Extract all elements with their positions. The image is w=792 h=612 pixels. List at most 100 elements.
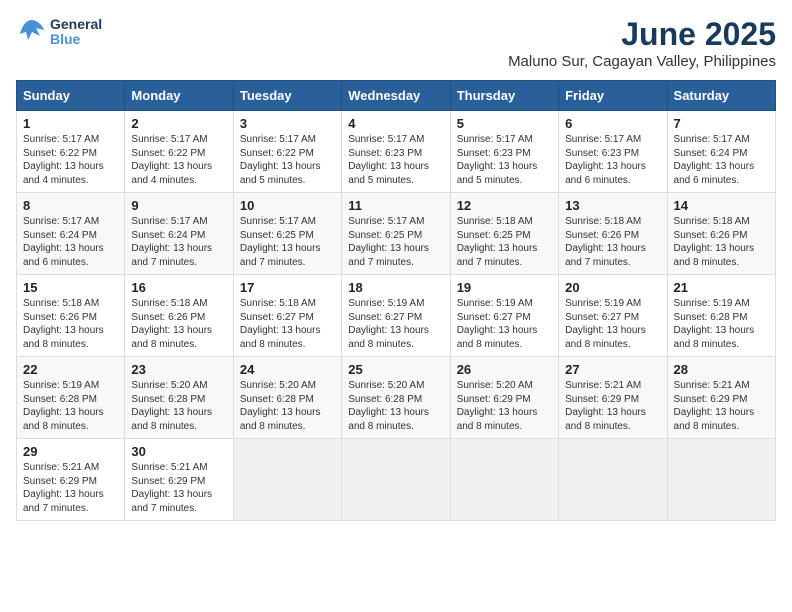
cell-content: Sunrise: 5:17 AMSunset: 6:22 PMDaylight:… [240,133,335,187]
day-number: 6 [565,116,660,131]
calendar-week-5: 29 Sunrise: 5:21 AMSunset: 6:29 PMDaylig… [17,439,776,521]
table-row: 26 Sunrise: 5:20 AMSunset: 6:29 PMDaylig… [450,357,558,439]
cell-content: Sunrise: 5:18 AMSunset: 6:26 PMDaylight:… [674,215,769,269]
day-number: 20 [565,280,660,295]
day-number: 22 [23,362,118,377]
cell-content: Sunrise: 5:20 AMSunset: 6:29 PMDaylight:… [457,379,552,433]
day-number: 1 [23,116,118,131]
table-row [450,439,558,521]
day-number: 10 [240,198,335,213]
col-sunday: Sunday [17,81,125,111]
day-number: 13 [565,198,660,213]
cell-content: Sunrise: 5:17 AMSunset: 6:23 PMDaylight:… [457,133,552,187]
cell-content: Sunrise: 5:21 AMSunset: 6:29 PMDaylight:… [23,461,118,515]
table-row: 28 Sunrise: 5:21 AMSunset: 6:29 PMDaylig… [667,357,775,439]
table-row: 4 Sunrise: 5:17 AMSunset: 6:23 PMDayligh… [342,111,450,193]
cell-content: Sunrise: 5:18 AMSunset: 6:26 PMDaylight:… [565,215,660,269]
table-row [667,439,775,521]
day-number: 26 [457,362,552,377]
table-row [342,439,450,521]
table-row: 7 Sunrise: 5:17 AMSunset: 6:24 PMDayligh… [667,111,775,193]
table-row: 19 Sunrise: 5:19 AMSunset: 6:27 PMDaylig… [450,275,558,357]
col-friday: Friday [559,81,667,111]
location-title: Maluno Sur, Cagayan Valley, Philippines [508,53,776,70]
table-row: 25 Sunrise: 5:20 AMSunset: 6:28 PMDaylig… [342,357,450,439]
col-wednesday: Wednesday [342,81,450,111]
calendar-week-1: 1 Sunrise: 5:17 AMSunset: 6:22 PMDayligh… [17,111,776,193]
table-row: 14 Sunrise: 5:18 AMSunset: 6:26 PMDaylig… [667,193,775,275]
table-row: 9 Sunrise: 5:17 AMSunset: 6:24 PMDayligh… [125,193,233,275]
cell-content: Sunrise: 5:19 AMSunset: 6:27 PMDaylight:… [565,297,660,351]
table-row: 29 Sunrise: 5:21 AMSunset: 6:29 PMDaylig… [17,439,125,521]
table-row: 20 Sunrise: 5:19 AMSunset: 6:27 PMDaylig… [559,275,667,357]
table-row: 11 Sunrise: 5:17 AMSunset: 6:25 PMDaylig… [342,193,450,275]
logo-text-block: General Blue [16,16,102,48]
cell-content: Sunrise: 5:21 AMSunset: 6:29 PMDaylight:… [565,379,660,433]
table-row: 30 Sunrise: 5:21 AMSunset: 6:29 PMDaylig… [125,439,233,521]
day-number: 27 [565,362,660,377]
logo: General Blue [16,16,102,48]
calendar: Sunday Monday Tuesday Wednesday Thursday… [16,80,776,521]
calendar-header: Sunday Monday Tuesday Wednesday Thursday… [17,81,776,111]
calendar-week-2: 8 Sunrise: 5:17 AMSunset: 6:24 PMDayligh… [17,193,776,275]
col-monday: Monday [125,81,233,111]
table-row: 10 Sunrise: 5:17 AMSunset: 6:25 PMDaylig… [233,193,341,275]
day-number: 17 [240,280,335,295]
cell-content: Sunrise: 5:21 AMSunset: 6:29 PMDaylight:… [674,379,769,433]
title-area: June 2025 Maluno Sur, Cagayan Valley, Ph… [508,16,776,70]
calendar-body: 1 Sunrise: 5:17 AMSunset: 6:22 PMDayligh… [17,111,776,521]
col-tuesday: Tuesday [233,81,341,111]
table-row [233,439,341,521]
table-row: 16 Sunrise: 5:18 AMSunset: 6:26 PMDaylig… [125,275,233,357]
day-number: 16 [131,280,226,295]
cell-content: Sunrise: 5:18 AMSunset: 6:25 PMDaylight:… [457,215,552,269]
day-number: 9 [131,198,226,213]
header: General Blue June 2025 Maluno Sur, Cagay… [16,16,776,70]
cell-content: Sunrise: 5:17 AMSunset: 6:23 PMDaylight:… [565,133,660,187]
cell-content: Sunrise: 5:19 AMSunset: 6:28 PMDaylight:… [674,297,769,351]
day-number: 19 [457,280,552,295]
table-row [559,439,667,521]
table-row: 17 Sunrise: 5:18 AMSunset: 6:27 PMDaylig… [233,275,341,357]
cell-content: Sunrise: 5:19 AMSunset: 6:28 PMDaylight:… [23,379,118,433]
cell-content: Sunrise: 5:17 AMSunset: 6:22 PMDaylight:… [131,133,226,187]
logo-blue: Blue [50,32,102,47]
cell-content: Sunrise: 5:20 AMSunset: 6:28 PMDaylight:… [348,379,443,433]
cell-content: Sunrise: 5:17 AMSunset: 6:24 PMDaylight:… [131,215,226,269]
table-row: 2 Sunrise: 5:17 AMSunset: 6:22 PMDayligh… [125,111,233,193]
day-number: 24 [240,362,335,377]
day-number: 11 [348,198,443,213]
cell-content: Sunrise: 5:18 AMSunset: 6:27 PMDaylight:… [240,297,335,351]
cell-content: Sunrise: 5:17 AMSunset: 6:25 PMDaylight:… [348,215,443,269]
cell-content: Sunrise: 5:17 AMSunset: 6:23 PMDaylight:… [348,133,443,187]
cell-content: Sunrise: 5:19 AMSunset: 6:27 PMDaylight:… [457,297,552,351]
day-number: 3 [240,116,335,131]
logo-bird-icon [16,16,48,48]
table-row: 27 Sunrise: 5:21 AMSunset: 6:29 PMDaylig… [559,357,667,439]
table-row: 3 Sunrise: 5:17 AMSunset: 6:22 PMDayligh… [233,111,341,193]
logo-general: General [50,17,102,32]
table-row: 18 Sunrise: 5:19 AMSunset: 6:27 PMDaylig… [342,275,450,357]
header-row: Sunday Monday Tuesday Wednesday Thursday… [17,81,776,111]
table-row: 12 Sunrise: 5:18 AMSunset: 6:25 PMDaylig… [450,193,558,275]
day-number: 14 [674,198,769,213]
day-number: 30 [131,444,226,459]
table-row: 15 Sunrise: 5:18 AMSunset: 6:26 PMDaylig… [17,275,125,357]
cell-content: Sunrise: 5:17 AMSunset: 6:22 PMDaylight:… [23,133,118,187]
day-number: 15 [23,280,118,295]
cell-content: Sunrise: 5:21 AMSunset: 6:29 PMDaylight:… [131,461,226,515]
col-saturday: Saturday [667,81,775,111]
cell-content: Sunrise: 5:17 AMSunset: 6:24 PMDaylight:… [674,133,769,187]
table-row: 24 Sunrise: 5:20 AMSunset: 6:28 PMDaylig… [233,357,341,439]
col-thursday: Thursday [450,81,558,111]
cell-content: Sunrise: 5:17 AMSunset: 6:25 PMDaylight:… [240,215,335,269]
table-row: 23 Sunrise: 5:20 AMSunset: 6:28 PMDaylig… [125,357,233,439]
cell-content: Sunrise: 5:18 AMSunset: 6:26 PMDaylight:… [23,297,118,351]
cell-content: Sunrise: 5:20 AMSunset: 6:28 PMDaylight:… [240,379,335,433]
table-row: 21 Sunrise: 5:19 AMSunset: 6:28 PMDaylig… [667,275,775,357]
month-title: June 2025 [508,16,776,53]
table-row: 13 Sunrise: 5:18 AMSunset: 6:26 PMDaylig… [559,193,667,275]
calendar-week-3: 15 Sunrise: 5:18 AMSunset: 6:26 PMDaylig… [17,275,776,357]
cell-content: Sunrise: 5:19 AMSunset: 6:27 PMDaylight:… [348,297,443,351]
day-number: 23 [131,362,226,377]
